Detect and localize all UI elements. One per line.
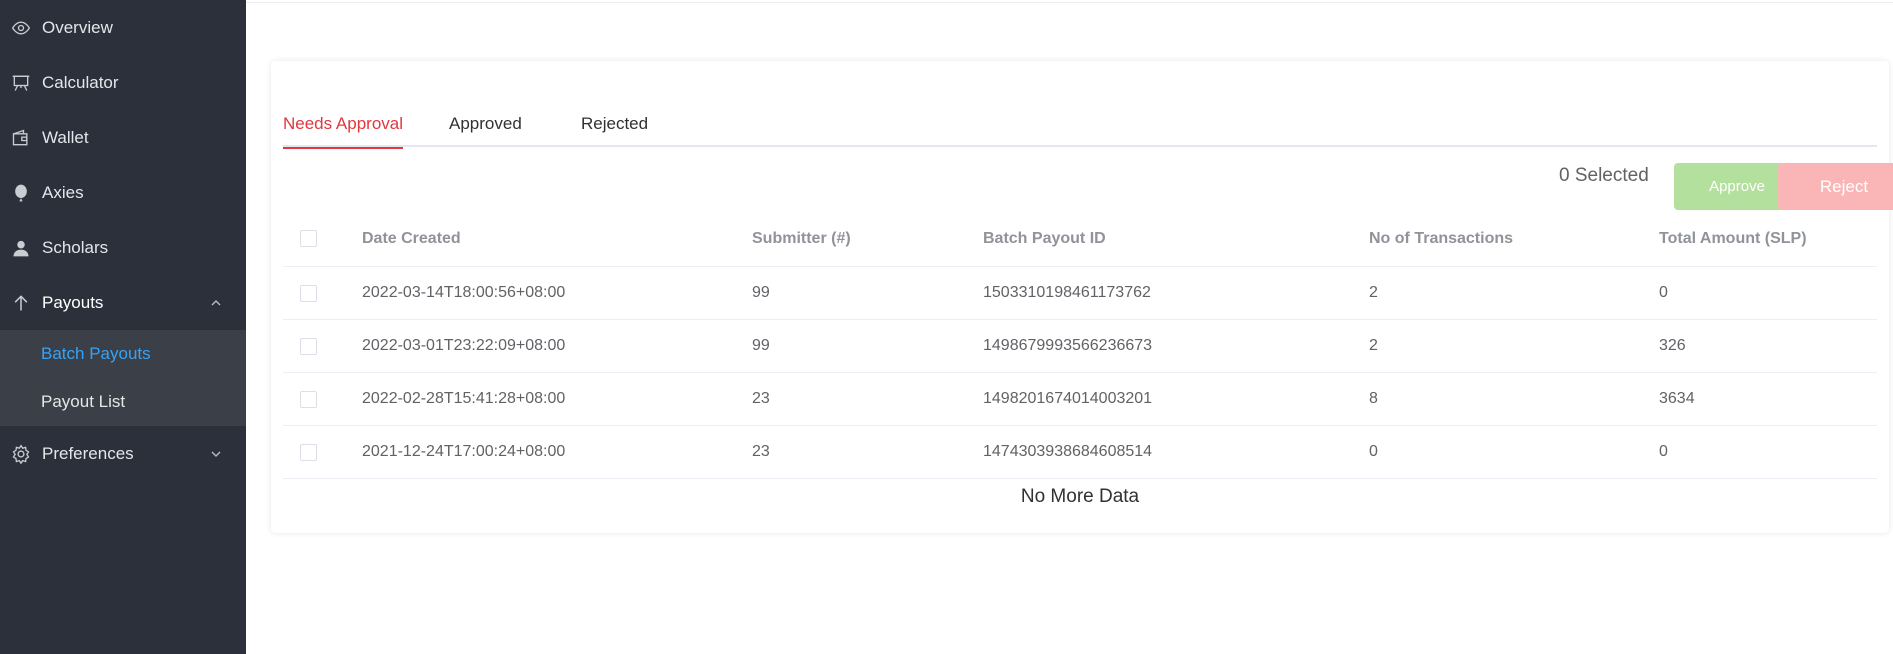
- chevron-down-icon: [211, 451, 221, 457]
- tab-approved[interactable]: Approved: [449, 101, 522, 147]
- tab-bar: Needs Approval Approved Rejected: [283, 101, 1877, 149]
- wallet-icon: [10, 127, 32, 149]
- column-header-batch-payout-id[interactable]: Batch Payout ID: [983, 211, 1106, 266]
- select-all-checkbox[interactable]: [300, 230, 317, 247]
- sidebar-item-label: Overview: [42, 17, 113, 37]
- sidebar-item-label: Wallet: [42, 127, 89, 147]
- row-checkbox[interactable]: [300, 390, 317, 408]
- table-row[interactable]: 2022-03-14T18:00:56+08:00 99 15033101984…: [283, 267, 1877, 320]
- sidebar-item-calculator[interactable]: Calculator: [0, 55, 246, 110]
- column-header-date-created[interactable]: Date Created: [362, 211, 461, 266]
- reject-button[interactable]: Reject: [1778, 163, 1893, 210]
- cell-date-created: 2022-03-01T23:22:09+08:00: [362, 337, 566, 354]
- sidebar-item-label: Calculator: [42, 72, 119, 92]
- sidebar-item-overview[interactable]: Overview: [0, 0, 246, 55]
- sidebar-item-payout-list[interactable]: Payout List: [0, 378, 246, 426]
- row-checkbox[interactable]: [300, 443, 317, 461]
- chevron-up-icon: [211, 299, 221, 305]
- cell-batch-payout-id: 1503310198461173762: [983, 284, 1151, 301]
- cell-date-created: 2022-02-28T15:41:28+08:00: [362, 390, 566, 407]
- cell-no-of-transactions: 2: [1369, 284, 1378, 301]
- tab-rejected[interactable]: Rejected: [581, 101, 648, 147]
- sidebar-item-label: Payouts: [42, 292, 104, 312]
- batch-payouts-card: Needs Approval Approved Rejected 0 Selec…: [271, 61, 1893, 533]
- column-header-total-amount[interactable]: Total Amount (SLP): [1659, 211, 1807, 266]
- sidebar-item-label: Scholars: [42, 237, 109, 257]
- row-checkbox[interactable]: [300, 337, 317, 355]
- cell-no-of-transactions: 8: [1369, 390, 1378, 407]
- cell-no-of-transactions: 2: [1369, 337, 1378, 354]
- easel-icon: [10, 72, 32, 94]
- cell-total-amount: 0: [1659, 443, 1668, 460]
- no-more-data-label: No More Data: [1020, 486, 1140, 507]
- cell-submitter: 99: [752, 284, 770, 301]
- table-row[interactable]: 2022-02-28T15:41:28+08:00 23 14982016740…: [283, 373, 1877, 426]
- table-row[interactable]: 2022-03-01T23:22:09+08:00 99 14986799935…: [283, 320, 1877, 373]
- sidebar-item-batch-payouts[interactable]: Batch Payouts: [0, 330, 246, 378]
- balloon-icon: [10, 182, 32, 204]
- arrow-up-icon: [10, 292, 32, 314]
- tab-needs-approval[interactable]: Needs Approval: [283, 101, 404, 149]
- cell-date-created: 2021-12-24T17:00:24+08:00: [362, 443, 566, 460]
- cell-date-created: 2022-03-14T18:00:56+08:00: [362, 284, 566, 301]
- cell-batch-payout-id: 1498201674014003201: [983, 390, 1153, 407]
- eye-icon: [10, 17, 32, 39]
- cell-total-amount: 3634: [1659, 390, 1695, 407]
- cell-submitter: 99: [752, 337, 770, 354]
- payouts-submenu: Batch Payouts Payout List: [0, 330, 246, 426]
- column-header-no-of-transactions[interactable]: No of Transactions: [1369, 211, 1513, 266]
- cell-submitter: 23: [752, 443, 770, 460]
- sidebar-item-payouts[interactable]: Payouts: [0, 275, 246, 330]
- user-icon: [10, 237, 32, 259]
- row-checkbox[interactable]: [300, 284, 317, 302]
- sidebar-item-label: Axies: [42, 182, 84, 202]
- sidebar-item-preferences[interactable]: Preferences: [0, 426, 246, 481]
- sidebar-item-axies[interactable]: Axies: [0, 165, 246, 220]
- cell-batch-payout-id: 1498679993566236673: [983, 337, 1153, 354]
- cell-batch-payout-id: 1474303938684608514: [983, 443, 1153, 460]
- column-header-submitter[interactable]: Submitter (#): [752, 211, 851, 266]
- sidebar: Overview Calculator Wallet Axies Scholar…: [0, 0, 246, 654]
- payouts-table: Date Created Submitter (#) Batch Payout …: [283, 211, 1877, 479]
- cell-submitter: 23: [752, 390, 770, 407]
- cell-total-amount: 0: [1659, 284, 1668, 301]
- header-divider: [246, 2, 1893, 3]
- sidebar-item-wallet[interactable]: Wallet: [0, 110, 246, 165]
- selected-count: 0 Selected: [1559, 165, 1649, 186]
- sidebar-item-scholars[interactable]: Scholars: [0, 220, 246, 275]
- table-header-row: Date Created Submitter (#) Batch Payout …: [283, 211, 1877, 267]
- table-row[interactable]: 2021-12-24T17:00:24+08:00 23 14743039386…: [283, 426, 1877, 479]
- gear-icon: [10, 443, 32, 465]
- cell-total-amount: 326: [1659, 337, 1686, 354]
- cell-no-of-transactions: 0: [1369, 443, 1378, 460]
- sidebar-item-label: Preferences: [42, 443, 134, 463]
